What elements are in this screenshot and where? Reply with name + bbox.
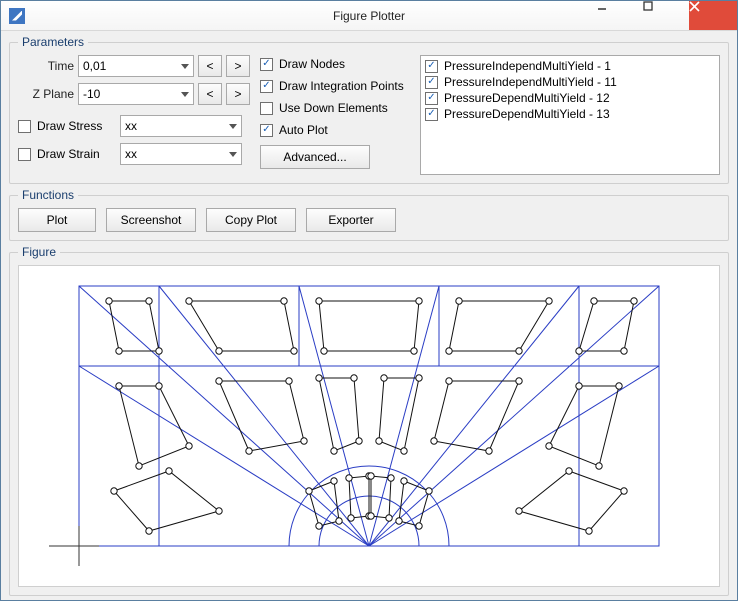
material-checkbox[interactable]: ✓: [425, 60, 438, 73]
zplane-label: Z Plane: [18, 87, 74, 101]
draw-integration-checkbox[interactable]: ✓: [260, 80, 273, 93]
draw-integration-label: Draw Integration Points: [279, 79, 404, 93]
material-label: PressureIndependMultiYield - 11: [444, 75, 617, 89]
list-item[interactable]: ✓ PressureDependMultiYield - 13: [425, 106, 715, 122]
figure-group: Figure: [9, 245, 729, 596]
close-icon: [689, 1, 737, 30]
auto-plot-checkbox[interactable]: ✓: [260, 124, 273, 137]
time-value: 0,01: [83, 59, 106, 73]
zplane-value: -10: [83, 87, 100, 101]
draw-stress-value: xx: [125, 119, 137, 133]
draw-stress-checkbox[interactable]: [18, 120, 31, 133]
app-icon: [9, 8, 25, 24]
exporter-button[interactable]: Exporter: [306, 208, 396, 232]
chevron-down-icon: [181, 92, 189, 97]
window-buttons: [597, 1, 737, 30]
time-combo[interactable]: 0,01: [78, 55, 194, 77]
draw-stress-combo[interactable]: xx: [120, 115, 242, 137]
material-checkbox[interactable]: ✓: [425, 92, 438, 105]
draw-strain-combo[interactable]: xx: [120, 143, 242, 165]
parameters-legend: Parameters: [18, 35, 88, 49]
time-prev-button[interactable]: <: [198, 55, 222, 77]
functions-group: Functions Plot Screenshot Copy Plot Expo…: [9, 188, 729, 241]
material-checkbox[interactable]: ✓: [425, 76, 438, 89]
app-window: Figure Plotter Parameters Time 0,01 <: [0, 0, 738, 601]
use-down-checkbox[interactable]: [260, 102, 273, 115]
material-label: PressureDependMultiYield - 12: [444, 91, 610, 105]
figure-legend: Figure: [18, 245, 60, 259]
parameters-left-column: Time 0,01 < > Z Plane -10 < >: [18, 55, 250, 175]
zplane-next-button[interactable]: >: [226, 83, 250, 105]
maximize-button[interactable]: [643, 1, 689, 30]
chevron-down-icon: [181, 64, 189, 69]
list-item[interactable]: ✓ PressureIndependMultiYield - 1: [425, 58, 715, 74]
material-label: PressureDependMultiYield - 13: [444, 107, 610, 121]
mesh-plot: [19, 266, 719, 586]
figure-canvas[interactable]: [18, 265, 720, 587]
advanced-button[interactable]: Advanced...: [260, 145, 370, 169]
parameters-mid-column: ✓ Draw Nodes ✓ Draw Integration Points Use…: [260, 55, 410, 175]
functions-legend: Functions: [18, 188, 78, 202]
draw-strain-label: Draw Strain: [37, 147, 100, 161]
use-down-label: Use Down Elements: [279, 101, 388, 115]
parameters-group: Parameters Time 0,01 < > Z Plane -10 < >: [9, 35, 729, 184]
draw-nodes-label: Draw Nodes: [279, 57, 345, 71]
titlebar: Figure Plotter: [1, 1, 737, 31]
list-item[interactable]: ✓ PressureIndependMultiYield - 11: [425, 74, 715, 90]
material-label: PressureIndependMultiYield - 1: [444, 59, 611, 73]
auto-plot-label: Auto Plot: [279, 123, 328, 137]
chevron-down-icon: [229, 152, 237, 157]
plot-button[interactable]: Plot: [18, 208, 96, 232]
close-button[interactable]: [689, 1, 737, 30]
zplane-prev-button[interactable]: <: [198, 83, 222, 105]
draw-strain-checkbox[interactable]: [18, 148, 31, 161]
time-label: Time: [18, 59, 74, 73]
list-item[interactable]: ✓ PressureDependMultiYield - 12: [425, 90, 715, 106]
draw-nodes-checkbox[interactable]: ✓: [260, 58, 273, 71]
minimize-button[interactable]: [597, 1, 643, 30]
chevron-down-icon: [229, 124, 237, 129]
draw-stress-label: Draw Stress: [37, 119, 102, 133]
material-checkbox[interactable]: ✓: [425, 108, 438, 121]
materials-list[interactable]: ✓ PressureIndependMultiYield - 1 ✓ Pressur…: [420, 55, 720, 175]
copy-plot-button[interactable]: Copy Plot: [206, 208, 296, 232]
draw-strain-value: xx: [125, 147, 137, 161]
window-body: Parameters Time 0,01 < > Z Plane -10 < >: [1, 31, 737, 600]
minimize-icon: [597, 1, 643, 30]
zplane-combo[interactable]: -10: [78, 83, 194, 105]
time-next-button[interactable]: >: [226, 55, 250, 77]
maximize-icon: [643, 1, 689, 30]
screenshot-button[interactable]: Screenshot: [106, 208, 196, 232]
